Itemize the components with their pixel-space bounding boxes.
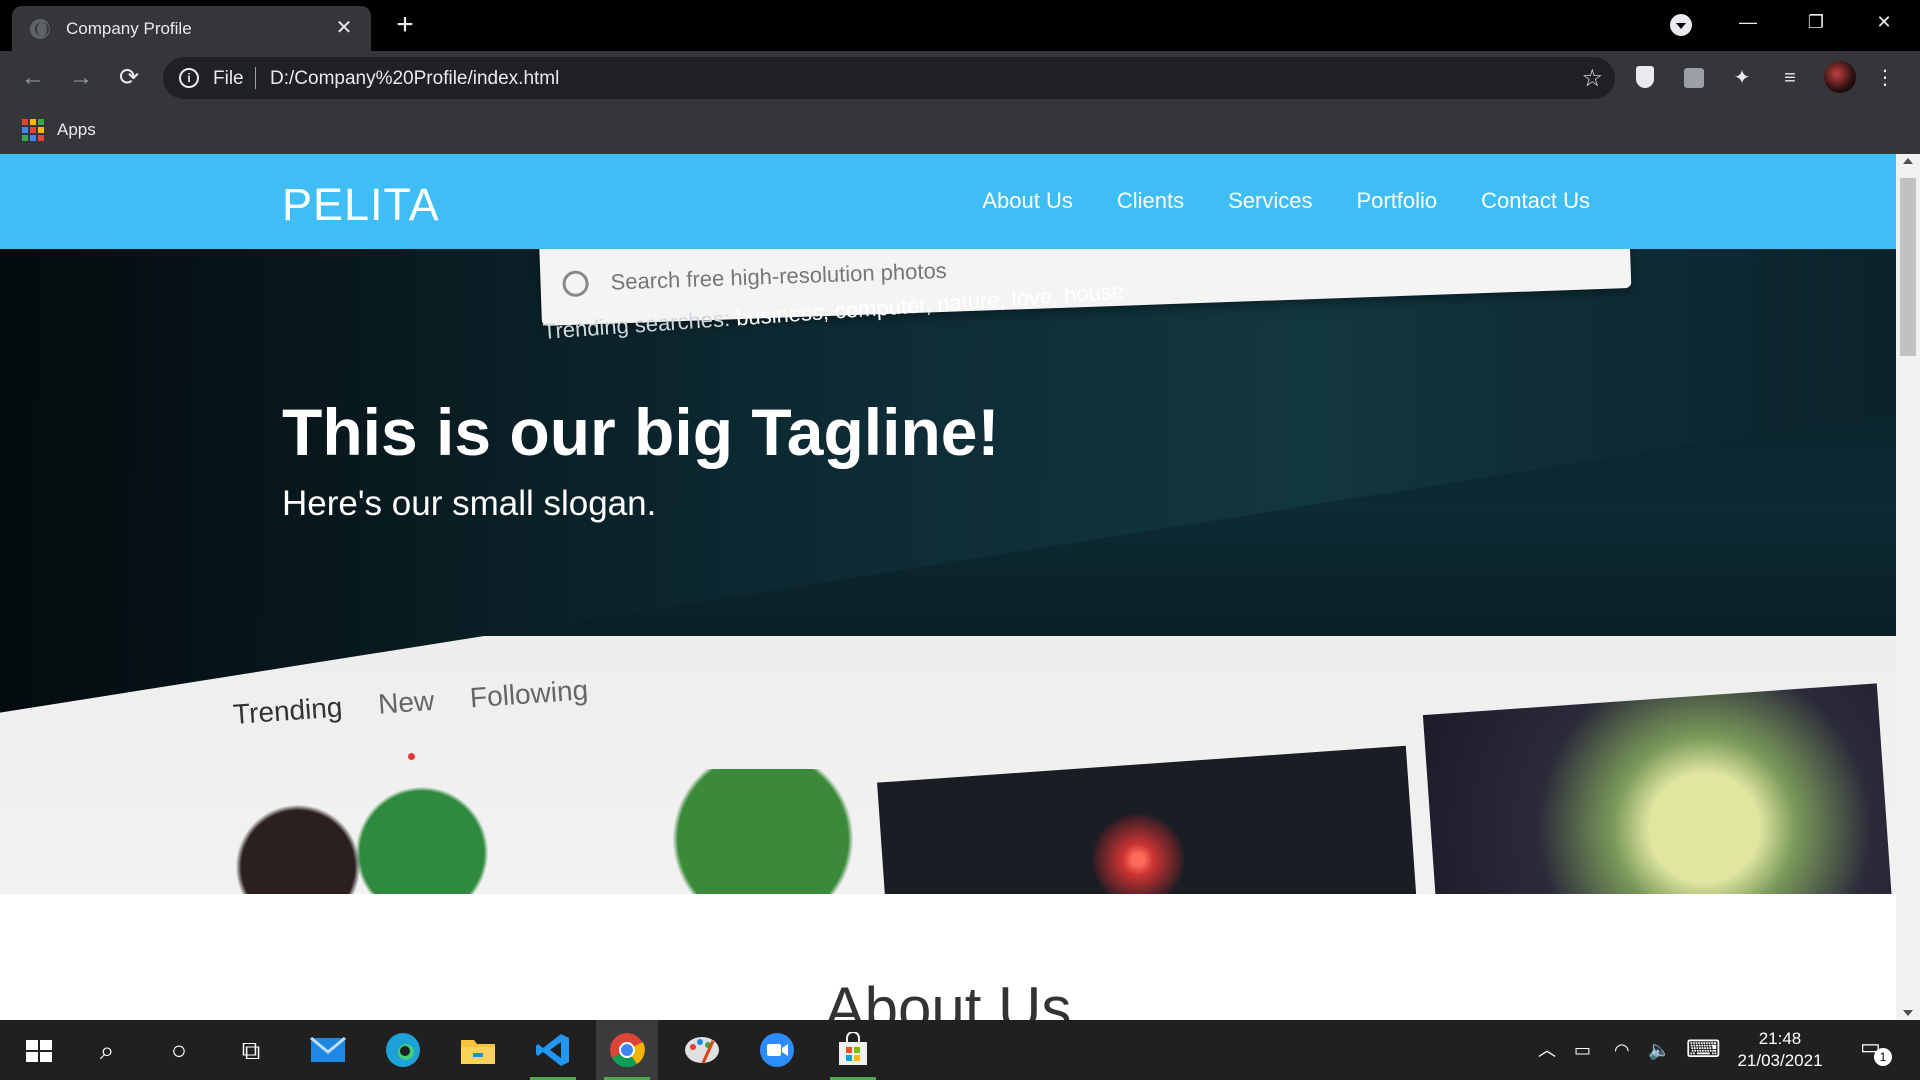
search-icon[interactable]: ⌕ (76, 1020, 138, 1080)
tab-search-button[interactable] (1670, 14, 1692, 36)
apps-grid-dot (22, 119, 28, 125)
reload-button[interactable]: ⟳ (114, 63, 144, 93)
minimize-button[interactable]: — (1728, 8, 1768, 36)
apps-grid-icon[interactable] (22, 119, 44, 141)
fireworks-photo (877, 745, 1417, 894)
windows-logo-icon (26, 1040, 52, 1062)
battery-icon[interactable]: ▭ (1574, 1020, 1591, 1080)
extension-box-icon[interactable] (1679, 63, 1709, 93)
tab-strip: Company Profile ✕ + — ❐ ✕ (0, 0, 1920, 51)
nav-contact-us[interactable]: Contact Us (1481, 188, 1590, 214)
site-info-icon[interactable]: i (179, 68, 199, 88)
hero-slogan: Here's our small slogan. (282, 484, 657, 523)
paint-icon[interactable] (671, 1020, 733, 1080)
apps-grid-dot (22, 135, 28, 141)
site-brand[interactable]: PELITA (282, 179, 440, 231)
file-explorer-icon[interactable] (447, 1020, 509, 1080)
vscode-icon[interactable] (522, 1020, 584, 1080)
apps-grid-dot (38, 135, 44, 141)
nav-services[interactable]: Services (1228, 188, 1312, 214)
zoom-icon[interactable] (746, 1020, 808, 1080)
clock-date: 21/03/2021 (1737, 1051, 1823, 1070)
keyboard-icon[interactable]: ⌨ (1686, 1020, 1721, 1080)
edge-icon[interactable] (372, 1020, 434, 1080)
notification-count-badge: 1 (1874, 1048, 1892, 1066)
shield-extension-icon[interactable] (1630, 63, 1660, 93)
chrome-menu-icon[interactable]: ⋮ (1870, 63, 1900, 93)
nav-about-us[interactable]: About Us (982, 188, 1073, 214)
apps-grid-dot (38, 119, 44, 125)
bookmark-star-icon[interactable]: ☆ (1581, 64, 1603, 93)
globe-icon (30, 19, 50, 39)
apps-grid-dot (30, 135, 36, 141)
bookmarks-bar: Apps (0, 106, 1920, 154)
photo-tab-new: New (377, 684, 436, 720)
task-view-icon[interactable]: ⧉ (220, 1020, 282, 1080)
clock-time: 21:48 (1758, 1029, 1802, 1048)
action-center-icon[interactable]: ▭ 1 (1860, 1034, 1892, 1066)
volume-icon[interactable]: 🔈 (1648, 1020, 1670, 1080)
hero-tagline: This is our big Tagline! (282, 395, 1000, 469)
close-tab-icon[interactable]: ✕ (331, 15, 357, 41)
cortana-icon[interactable]: ○ (148, 1020, 210, 1080)
address-bar[interactable]: i File D:/Company%20Profile/index.html ☆ (163, 57, 1615, 99)
photo-tab-trending: Trending (232, 691, 344, 730)
plants-photo (236, 769, 856, 894)
media-controls-icon[interactable]: ≡ (1775, 63, 1805, 93)
url-scheme: File (213, 68, 244, 89)
about-us-heading: About Us (824, 975, 1072, 1020)
restore-button[interactable]: ❐ (1796, 8, 1836, 36)
close-window-button[interactable]: ✕ (1864, 8, 1904, 36)
back-button[interactable]: ← (18, 63, 48, 93)
browser-toolbar: ← → ⟳ i File D:/Company%20Profile/index.… (0, 51, 1920, 106)
apps-grid-dot (30, 119, 36, 125)
tab-title: Company Profile (66, 19, 192, 38)
hero-banner: Search free high-resolution photos Trend… (0, 249, 1896, 894)
puzzle-extensions-icon[interactable]: ✦ (1727, 63, 1757, 93)
nav-clients[interactable]: Clients (1117, 188, 1184, 214)
browser-tab[interactable]: Company Profile ✕ (12, 6, 371, 51)
wifi-icon[interactable]: ◠ (1614, 1020, 1630, 1080)
mail-icon[interactable] (297, 1020, 359, 1080)
site-menu: About Us Clients Services Portfolio Cont… (982, 188, 1590, 214)
apps-grid-dot (38, 127, 44, 133)
apps-bookmark[interactable]: Apps (57, 120, 96, 140)
scrollbar-thumb[interactable] (1900, 178, 1916, 356)
tray-overflow-chevron-icon[interactable]: ︿ (1538, 1020, 1556, 1080)
taskbar-clock[interactable]: 21:48 21/03/2021 (1720, 1028, 1840, 1072)
apps-grid-dot (22, 127, 28, 133)
scroll-down-arrow-icon[interactable] (1903, 1010, 1913, 1016)
page-scrollbar[interactable] (1896, 154, 1920, 1020)
site-navbar: PELITA About Us Clients Services Portfol… (0, 154, 1896, 249)
url-text[interactable]: D:/Company%20Profile/index.html (270, 68, 559, 90)
search-icon (562, 270, 590, 298)
photo-tab-following: Following (468, 674, 590, 714)
url-separator (255, 67, 256, 89)
photo-tabs: Trending New Following (232, 674, 589, 731)
forward-button[interactable]: → (66, 63, 96, 93)
store-icon[interactable] (822, 1020, 884, 1080)
new-tab-button[interactable]: + (389, 10, 421, 42)
photo-search-placeholder: Search free high-resolution photos (610, 257, 948, 295)
chrome-icon[interactable] (596, 1020, 658, 1080)
new-indicator-dot (408, 753, 415, 760)
windows-taskbar: ⌕ ○ ⧉ ︿ ▭ ◠ 🔈 ⌨ 21:48 21/03/2021 ▭ 1 (0, 1020, 1920, 1080)
apps-grid-dot (30, 127, 36, 133)
profile-avatar[interactable] (1824, 61, 1856, 93)
start-button[interactable] (4, 1020, 66, 1080)
page-viewport: PELITA About Us Clients Services Portfol… (0, 154, 1896, 1020)
nav-portfolio[interactable]: Portfolio (1356, 188, 1437, 214)
scroll-up-arrow-icon[interactable] (1903, 158, 1913, 164)
cocktail-photo (1422, 683, 1893, 894)
